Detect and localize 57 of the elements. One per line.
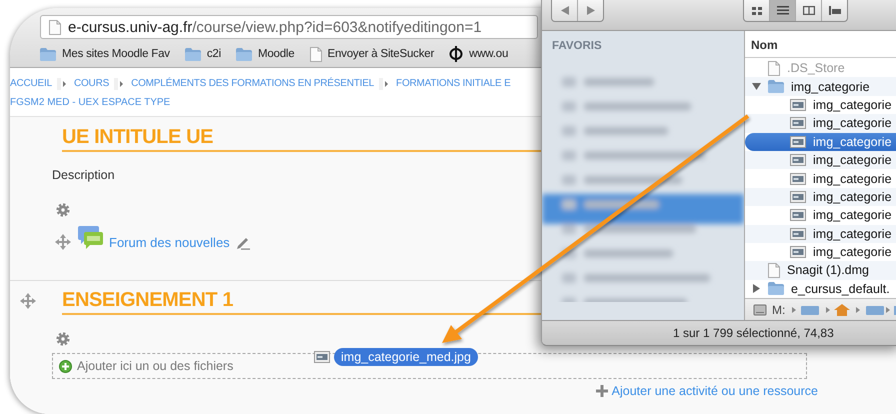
- file-row[interactable]: img_categorie: [745, 132, 896, 151]
- view-mode-buttons[interactable]: [743, 0, 848, 22]
- folder-icon: [184, 48, 201, 60]
- image-file-icon: [790, 117, 806, 130]
- dragged-file[interactable]: img_categorie_med.jpg: [334, 348, 478, 366]
- collapsed-triangle-icon[interactable]: [752, 284, 761, 294]
- site-icon: [449, 46, 464, 62]
- image-file-icon: [790, 136, 806, 148]
- folder-icon: [768, 282, 784, 296]
- move-icon[interactable]: [55, 234, 71, 250]
- bookmark[interactable]: Mes sites Moodle Fav: [40, 48, 170, 60]
- bookmark[interactable]: c2i: [184, 48, 221, 60]
- gear-icon[interactable]: [55, 331, 71, 347]
- status-bar: 1 sur 1 799 sélectionné, 74,83: [542, 320, 896, 345]
- path-segment[interactable]: M:: [772, 302, 786, 317]
- add-icon: [59, 360, 72, 372]
- file-row[interactable]: img_categorie: [745, 188, 896, 206]
- folder-icon: [236, 48, 252, 60]
- bookmark[interactable]: Moodle: [236, 48, 294, 60]
- folder-icon: [768, 80, 784, 94]
- chevron-icon: [56, 78, 69, 90]
- section-summary: Description: [52, 168, 115, 182]
- image-file-icon: [790, 172, 806, 185]
- image-file-icon: [790, 209, 806, 222]
- gear-icon[interactable]: [55, 202, 71, 218]
- image-file-icon: [790, 190, 806, 203]
- file-row[interactable]: img_categorie: [745, 206, 896, 225]
- image-file-icon: [314, 351, 330, 363]
- column-header[interactable]: Nom: [745, 33, 896, 58]
- file-row[interactable]: img_categorie: [745, 169, 896, 188]
- folder-icon: [40, 48, 56, 60]
- edit-icon[interactable]: [236, 236, 250, 250]
- file-row[interactable]: Snagit (1).dmg: [745, 261, 896, 280]
- file-row[interactable]: img_categorie: [745, 77, 896, 96]
- file-row[interactable]: img_categorie: [745, 242, 896, 262]
- image-file-icon: [790, 98, 806, 111]
- forum-icon: [77, 226, 103, 250]
- file-row[interactable]: img_categorie: [745, 224, 896, 243]
- page-icon: [49, 20, 61, 34]
- move-icon[interactable]: [20, 293, 36, 309]
- expanded-triangle-icon[interactable]: [752, 82, 761, 92]
- file-row[interactable]: img_categorie: [745, 114, 896, 133]
- image-file-icon: [790, 228, 806, 240]
- file-row[interactable]: img_categorie: [745, 150, 896, 170]
- address-bar[interactable]: e-cursus.univ-ag.fr/course/view.php?id=603&notifyeditingon=1: [40, 15, 538, 39]
- image-file-icon: [790, 246, 806, 258]
- bookmark[interactable]: www.ou: [449, 46, 508, 62]
- file-row[interactable]: img_categorie: [745, 96, 896, 114]
- add-icon: [596, 385, 608, 397]
- back-forward-buttons[interactable]: [551, 0, 604, 22]
- breadcrumb-current: FGSM2 MED - UEX ESPACE TYPE: [10, 96, 170, 110]
- page-icon: [310, 46, 322, 62]
- sidebar-heading: FAVORIS: [551, 39, 603, 52]
- bookmark[interactable]: Envoyer à SiteSucker: [310, 46, 434, 62]
- image-file-icon: [790, 154, 806, 166]
- file-icon: [768, 262, 780, 278]
- file-icon: [768, 60, 780, 76]
